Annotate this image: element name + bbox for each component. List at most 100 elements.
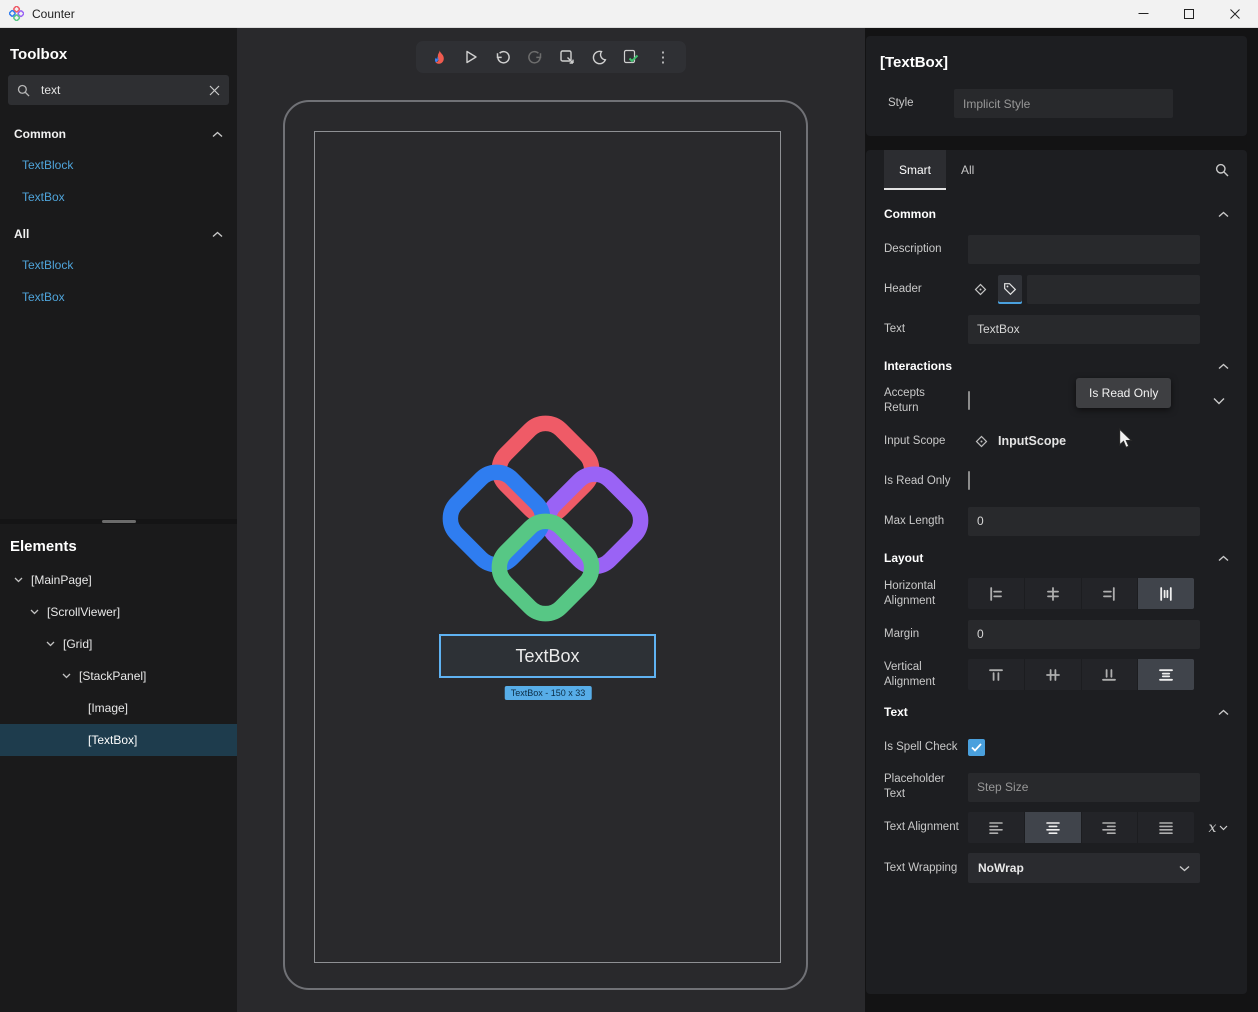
canvas-textbox-text: TextBox <box>515 646 579 667</box>
section-text-header[interactable]: Text <box>884 700 1229 724</box>
validation-check-icon[interactable] <box>622 48 640 66</box>
app-logo-icon <box>9 6 24 21</box>
design-canvas[interactable]: ⋮ TextBox TextBox - 150 x 33 <box>237 28 865 1012</box>
redo-icon[interactable] <box>526 48 544 66</box>
kebab-menu-icon[interactable]: ⋮ <box>654 48 672 66</box>
splitter-grip-icon <box>102 520 136 523</box>
section-interactions-header[interactable]: Interactions <box>884 354 1229 378</box>
input-scope-value[interactable]: InputScope <box>998 434 1066 448</box>
max-length-input[interactable] <box>968 507 1200 536</box>
tree-item-scrollviewer[interactable]: [ScrollViewer] <box>0 596 237 628</box>
header-input[interactable] <box>1027 275 1200 304</box>
property-label: Description <box>884 242 960 257</box>
expression-dropdown[interactable]: x <box>1209 820 1229 836</box>
h-align-stretch-button[interactable] <box>1138 578 1194 609</box>
text-align-left-button[interactable] <box>968 812 1025 843</box>
property-row-max-length: Max Length <box>884 506 1229 536</box>
vertical-alignment-group <box>968 659 1194 690</box>
group-label: All <box>14 227 29 241</box>
text-align-right-button[interactable] <box>1082 812 1139 843</box>
section-common-header[interactable]: Common <box>884 202 1229 226</box>
margin-input[interactable] <box>968 620 1200 649</box>
chevron-down-icon <box>1179 865 1190 872</box>
tree-item-label: [Image] <box>88 701 128 715</box>
is-read-only-checkbox[interactable] <box>968 471 970 490</box>
tool-item-label: TextBlock <box>22 158 73 172</box>
text-input[interactable] <box>968 315 1200 344</box>
toolbox-group-common[interactable]: Common <box>0 119 237 149</box>
search-input[interactable] <box>39 82 209 98</box>
hot-reload-flame-icon[interactable] <box>430 48 448 66</box>
clear-search-icon[interactable] <box>209 85 220 96</box>
toolbox-item-textbox[interactable]: TextBox <box>0 181 237 213</box>
v-align-center-button[interactable] <box>1025 659 1082 690</box>
horizontal-alignment-group <box>968 578 1194 609</box>
tag-icon[interactable] <box>998 275 1023 304</box>
minimize-button[interactable] <box>1120 0 1166 27</box>
canvas-textbox-element[interactable]: TextBox <box>439 634 656 678</box>
chevron-up-icon[interactable] <box>212 231 223 238</box>
toolbox-item-textbox[interactable]: TextBox <box>0 281 237 313</box>
chevron-down-icon[interactable] <box>60 673 72 679</box>
property-row-is-spell-check: Is Spell Check <box>884 732 1229 762</box>
tree-item-image[interactable]: [Image] <box>0 692 237 724</box>
chevron-down-icon[interactable] <box>44 641 56 647</box>
chevron-up-icon[interactable] <box>1218 363 1229 370</box>
toolbox-search[interactable] <box>8 75 229 105</box>
maximize-button[interactable] <box>1166 0 1212 27</box>
tab-smart[interactable]: Smart <box>884 150 946 190</box>
property-label: Text Alignment <box>884 820 960 835</box>
style-input[interactable] <box>954 89 1173 118</box>
tree-item-grid[interactable]: [Grid] <box>0 628 237 660</box>
is-read-only-tooltip: Is Read Only <box>1076 378 1171 408</box>
v-align-stretch-button[interactable] <box>1138 659 1194 690</box>
placeholder-text-input[interactable] <box>968 773 1200 802</box>
tree-item-mainpage[interactable]: [MainPage] <box>0 564 237 596</box>
section-label: Interactions <box>884 359 952 373</box>
h-align-center-button[interactable] <box>1025 578 1082 609</box>
chevron-up-icon[interactable] <box>1218 709 1229 716</box>
elements-panel: Elements [MainPage] [ScrollViewer] [Grid… <box>0 524 237 1012</box>
is-spell-check-checkbox[interactable] <box>968 739 985 756</box>
section-layout-header[interactable]: Layout <box>884 546 1229 570</box>
v-align-bottom-button[interactable] <box>1082 659 1139 690</box>
tab-all[interactable]: All <box>946 150 989 190</box>
h-align-right-button[interactable] <box>1082 578 1139 609</box>
play-icon[interactable] <box>462 48 480 66</box>
chevron-down-icon[interactable] <box>28 609 40 615</box>
tab-label: Smart <box>899 163 931 177</box>
description-input[interactable] <box>968 235 1200 264</box>
tree-item-textbox[interactable]: [TextBox] <box>0 724 237 756</box>
row-expander[interactable] <box>1208 397 1229 405</box>
property-row-is-read-only: Is Read Only <box>884 466 1229 496</box>
chevron-down-icon[interactable] <box>12 577 24 583</box>
h-align-left-button[interactable] <box>968 578 1025 609</box>
text-align-center-button[interactable] <box>1025 812 1082 843</box>
text-alignment-group <box>968 812 1194 843</box>
app-logo-image[interactable] <box>433 406 658 631</box>
text-align-justify-button[interactable] <box>1138 812 1194 843</box>
binding-diamond-icon[interactable] <box>975 435 988 448</box>
tree-item-label: [ScrollViewer] <box>47 605 120 619</box>
section-common: Common Description Header <box>866 202 1247 344</box>
chevron-up-icon[interactable] <box>212 131 223 138</box>
properties-panel: [TextBox] Style Smart All Common <box>865 28 1258 1012</box>
v-align-top-button[interactable] <box>968 659 1025 690</box>
elements-title: Elements <box>0 524 237 561</box>
theme-moon-icon[interactable] <box>590 48 608 66</box>
toolbox-item-textblock[interactable]: TextBlock <box>0 149 237 181</box>
tree-item-stackpanel[interactable]: [StackPanel] <box>0 660 237 692</box>
binding-diamond-icon[interactable] <box>968 275 993 304</box>
chevron-up-icon[interactable] <box>1218 555 1229 562</box>
toolbox-group-all[interactable]: All <box>0 219 237 249</box>
undo-icon[interactable] <box>494 48 512 66</box>
toolbox-item-textblock[interactable]: TextBlock <box>0 249 237 281</box>
close-button[interactable] <box>1212 0 1258 27</box>
property-label: Max Length <box>884 514 960 529</box>
section-label: Layout <box>884 551 923 565</box>
accepts-return-checkbox[interactable] <box>968 391 970 410</box>
properties-search-icon[interactable] <box>1215 163 1229 177</box>
chevron-up-icon[interactable] <box>1218 211 1229 218</box>
select-element-icon[interactable] <box>558 48 576 66</box>
text-wrapping-dropdown[interactable]: NoWrap <box>968 853 1200 883</box>
